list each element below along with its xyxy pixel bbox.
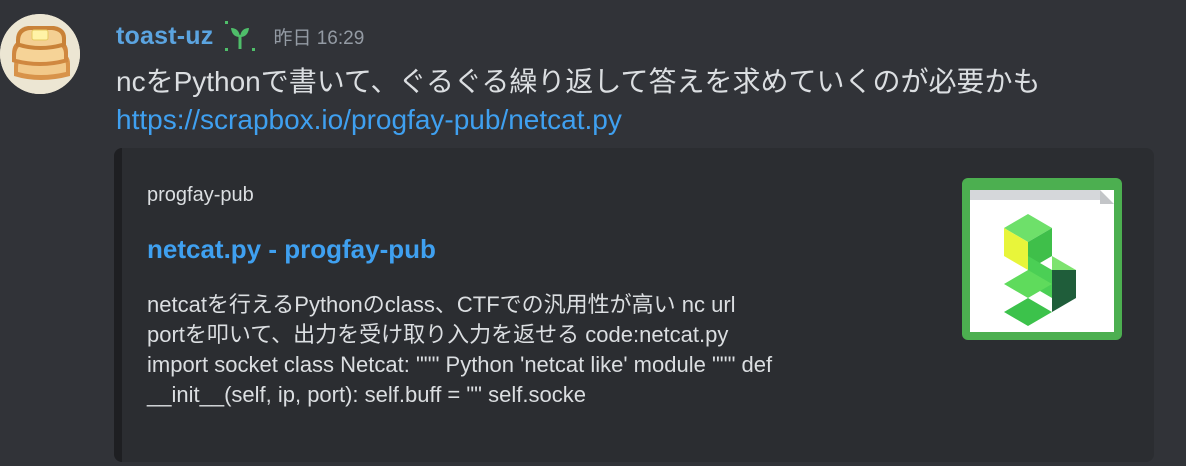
- scrapbox-logo-icon: [962, 178, 1122, 340]
- embed-description-line: import socket class Netcat: """ Python '…: [147, 352, 773, 377]
- avatar[interactable]: [0, 14, 80, 94]
- embed-provider: progfay-pub: [147, 184, 254, 206]
- message-content: ncをPythonで書いて、ぐるぐる繰り返して答えを求めていくのが必要かも: [116, 66, 1041, 97]
- embed-thumbnail[interactable]: [962, 178, 1122, 340]
- message-link[interactable]: https://scrapbox.io/progfay-pub/netcat.p…: [116, 104, 622, 136]
- message-header: toast-uz 昨日 16:29: [116, 18, 364, 54]
- embed-description-line: netcatを行えるPythonのclass、CTFでの汎用性が高い nc ur…: [147, 292, 736, 317]
- timestamp: 昨日 16:29: [273, 27, 365, 49]
- embed-description-line: portを叩いて、出力を受け取り入力を返せる code:netcat.py: [147, 322, 729, 347]
- embed-description: netcatを行えるPythonのclass、CTFでの汎用性が高い nc ur…: [147, 290, 927, 410]
- username[interactable]: toast-uz: [116, 22, 213, 51]
- link-embed: progfay-pub netcat.py - progfay-pub netc…: [114, 148, 1154, 462]
- toast-avatar-icon: [0, 14, 80, 94]
- embed-description-line: __init__(self, ip, port): self.buff = ""…: [147, 382, 586, 407]
- embed-title-link[interactable]: netcat.py - progfay-pub: [147, 234, 436, 265]
- sprout-icon[interactable]: [223, 19, 257, 53]
- embed-accent-bar: [114, 148, 122, 462]
